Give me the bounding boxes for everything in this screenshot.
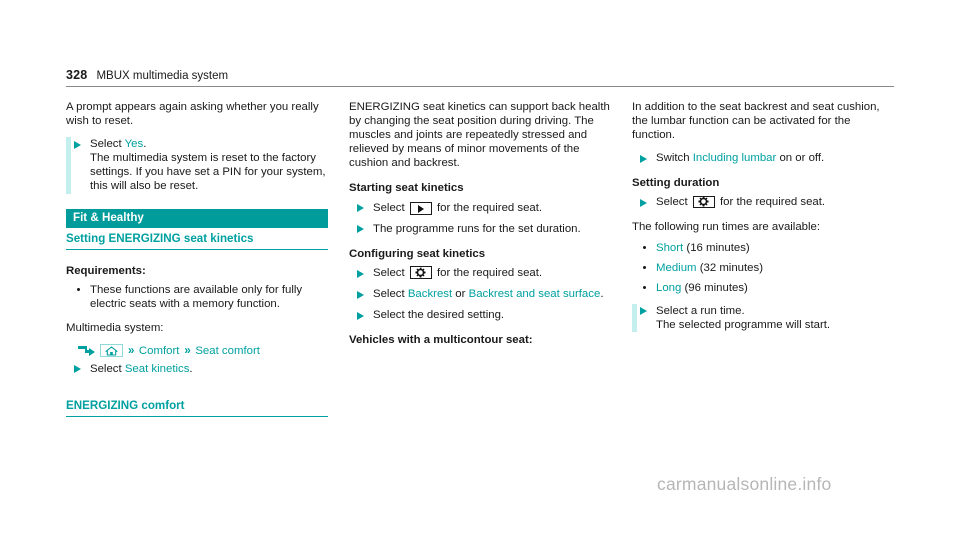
page-number: 328 [66,68,88,82]
step-select-desired-setting: Select the desired setting. [349,308,611,322]
step-text-suffix: for the required seat. [716,196,826,209]
step-arrow-icon [640,307,647,316]
play-icon[interactable] [409,202,432,215]
run-times-intro: The following run times are available: [632,220,821,233]
step-text-suffix: . [143,138,147,151]
nav-path-item-comfort[interactable]: Comfort [139,344,180,358]
step-select-yes: Select Yes. The multimedia system is res… [66,137,328,194]
step-text-prefix: Select [373,288,408,301]
step-text-prefix: Select [373,267,408,279]
step-text-suffix: for the required seat. [433,267,543,279]
section-heading-energizing-comfort: ENERGIZING comfort [66,398,328,418]
step-text-prefix: Select [90,138,125,151]
bullet-dot-icon [643,286,646,290]
step-text-prefix: Switch [656,152,693,165]
section-banner-fit-and-healthy: Fit & Healthy [66,208,328,228]
requirement-text: These functions are available only for f… [90,283,303,310]
step-text-middle: or [452,288,469,301]
step-text-suffix: . [189,362,193,375]
step-arrow-icon [357,225,364,234]
step-select-backrest: Select Backrest or Backrest and seat sur… [349,287,611,301]
menu-item-yes[interactable]: Yes [125,138,144,150]
run-time-value-short: (16 minutes) [686,241,750,254]
running-head: 328 MBUX multimedia system [66,68,894,82]
path-separator-icon-2: » [184,344,190,357]
left-intro-paragraph: A prompt appears again asking whether yo… [66,101,319,128]
gear-icon[interactable] [692,195,715,209]
run-time-option-medium[interactable]: Medium [656,262,697,274]
menu-item-backrest-and-seat-surface[interactable]: Backrest and seat surface [469,288,601,300]
list-item: Short (16 minutes) [632,241,894,255]
bullet-dot-icon [643,266,646,270]
step-arrow-icon [74,365,81,374]
column-grid: A prompt appears again asking whether yo… [66,100,894,418]
step-text-suffix: . [600,288,604,301]
requirements-heading: Requirements: [66,264,146,277]
step-select-run-time: Select a run time. The selected programm… [632,303,894,333]
heading-configuring-seat-kinetics: Configuring seat kinetics [349,247,486,260]
step-programme-runs: The programme runs for the set duration. [349,222,611,236]
bullet-dot-icon [77,288,80,292]
step-detail-text: The multimedia system is reset to the fa… [90,152,326,193]
entry-arrow-icon [78,345,95,356]
change-bar [632,303,637,333]
left-column: A prompt appears again asking whether yo… [66,100,328,418]
bullet-dot-icon [643,246,646,250]
menu-item-including-lumbar[interactable]: Including lumbar [693,152,777,164]
right-column: In addition to the seat backrest and sea… [632,100,894,417]
list-item: Medium (32 minutes) [632,261,894,275]
step-text-prefix: Select [656,196,691,209]
step-text: Select a run time. [656,304,745,317]
step-text-suffix: for the required seat. [433,201,543,214]
step-arrow-icon [640,198,647,207]
heading-setting-duration: Setting duration [632,177,720,190]
running-head-rule [66,86,894,87]
run-time-value-long: (96 minutes) [684,281,748,294]
middle-column: ENERGIZING seat kinetics can support bac… [349,100,611,417]
step-select-gear-for-seat: Select for the required seat. [349,266,611,280]
step-arrow-icon [74,140,81,149]
section-heading-setting-energizing-seat-kinetics: Setting ENERGIZING seat kinetics [66,231,328,250]
watermark: carmanualsonline.info [657,474,832,494]
chapter-title: MBUX multimedia system [96,70,229,82]
middle-intro-paragraph: ENERGIZING seat kinetics can support bac… [349,101,610,170]
heading-multicontour-seat: Vehicles with a multicontour seat: [349,334,533,347]
step-select-gear-for-seat: Select for the required seat. [632,195,894,209]
navigation-path: » Comfort » Seat comfort [78,344,328,358]
run-time-option-short[interactable]: Short [656,242,683,254]
right-intro-paragraph: In addition to the seat backrest and sea… [632,101,880,142]
step-select-seat-kinetics: Select Seat kinetics. [66,362,328,376]
step-text-prefix: Select [373,201,408,214]
menu-item-seat-kinetics[interactable]: Seat kinetics [125,363,190,375]
multimedia-system-label: Multimedia system: [66,321,164,334]
run-time-value-medium: (32 minutes) [699,261,763,274]
list-item: Long (96 minutes) [632,281,894,295]
step-text-prefix: Select [90,362,125,375]
step-arrow-icon [357,204,364,213]
step-detail-text: The selected programme will start. [656,319,831,332]
step-switch-including-lumbar: Switch Including lumbar on or off. [632,151,894,165]
run-time-option-long[interactable]: Long [656,282,681,294]
step-text: The programme runs for the set duration. [373,222,581,235]
heading-starting-seat-kinetics: Starting seat kinetics [349,182,464,195]
step-arrow-icon [357,290,364,299]
step-text: Select the desired setting. [373,309,505,322]
step-arrow-icon [640,154,647,163]
nav-path-item-seat-comfort[interactable]: Seat comfort [195,344,260,358]
change-bar [66,137,71,194]
gear-icon[interactable] [409,266,432,279]
manual-page: 328 MBUX multimedia system A prompt appe… [0,0,960,533]
menu-item-backrest[interactable]: Backrest [408,288,452,300]
step-text-suffix: on or off. [776,152,825,165]
home-icon[interactable] [100,344,123,358]
path-separator-icon-1: » [128,344,134,357]
requirement-list-item: These functions are available only for f… [66,283,328,311]
step-select-play-for-seat: Select for the required seat. [349,201,611,215]
step-arrow-icon [357,269,364,278]
step-arrow-icon [357,311,364,320]
